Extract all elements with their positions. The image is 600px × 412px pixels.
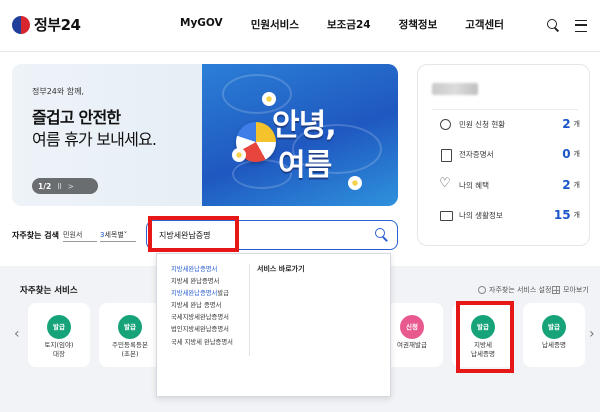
- autocomplete-item[interactable]: 지방세완납증명서발급: [171, 288, 251, 300]
- issue-badge: 발급: [47, 315, 71, 339]
- tile-label: 지방세 납세증명: [471, 341, 495, 358]
- card-row-benefits[interactable]: 나의 혜택 2 개: [439, 176, 580, 194]
- flower-icon: [348, 176, 362, 190]
- frequent-services-setting[interactable]: 자주찾는 서비스 설정: [478, 285, 551, 295]
- gear-icon: [478, 286, 486, 294]
- card-label: 나의 혜택: [459, 180, 489, 190]
- nav-subsidy24[interactable]: 보조금24: [327, 17, 371, 32]
- carousel-prev-button[interactable]: ‹: [14, 326, 20, 342]
- card-count: 2: [562, 117, 571, 131]
- nav-civil-services[interactable]: 민원서비스: [251, 17, 299, 32]
- logo-text: 정부24: [34, 16, 81, 34]
- chevron-down-icon: ˅: [123, 231, 128, 239]
- autocomplete-item[interactable]: 국세지방세완납증명서: [171, 312, 251, 324]
- card-unit: 개: [573, 181, 580, 189]
- card-count: 0: [562, 147, 571, 161]
- summer-banner[interactable]: 정부24와 함께, 즐겁고 안전한 여름 휴가 보내세요. 1/2 II >: [12, 64, 398, 206]
- card-label: 민원 신청 현황: [459, 119, 506, 129]
- card-count: 2: [562, 178, 571, 192]
- search-input-value: 지방세완납증명: [159, 231, 211, 240]
- card-unit: 개: [573, 211, 580, 219]
- banner-subtitle: 정부24와 함께,: [32, 87, 85, 96]
- frequent-search-label: 자주찾는 검색: [12, 231, 59, 240]
- pager-next-button[interactable]: >: [68, 182, 74, 191]
- card-label: 전자증명서: [459, 149, 494, 159]
- autocomplete-item[interactable]: 지방세 완납증명서: [171, 276, 251, 288]
- blurred-username: [432, 83, 478, 95]
- card-unit: 개: [573, 120, 580, 128]
- issue-badge: 발급: [542, 315, 566, 339]
- carousel-next-button[interactable]: ›: [589, 326, 595, 342]
- user-circle-icon: [440, 118, 451, 130]
- view-all-label: 모아보기: [563, 286, 589, 294]
- autocomplete-item[interactable]: 지방세 완납 증명서: [171, 300, 251, 312]
- search-category-select[interactable]: 민원서: [63, 226, 97, 242]
- banner-title-line2: 여름 휴가 보내세요.: [32, 130, 157, 149]
- tile-label: 토지(임야) 대장: [44, 341, 74, 358]
- service-shortcut-heading: 서비스 바로가기: [257, 265, 305, 273]
- main-nav: MyGOV 민원서비스 보조금24 정책정보 고객센터: [180, 17, 504, 32]
- autocomplete-item[interactable]: 국세 지방세 완납증명서: [171, 337, 251, 349]
- grid-icon: [552, 286, 560, 294]
- card-row-applications[interactable]: 민원 신청 현황 2 개: [440, 115, 580, 133]
- search-autocomplete-dropdown: 지방세완납증명서 지방세 완납증명서 지방세완납증명서발급 지방세 완납 증명서…: [156, 253, 391, 397]
- pager-count: 1/2: [38, 181, 52, 191]
- banner-title-line1: 즐겁고 안전한: [32, 108, 121, 127]
- dropdown-divider: [249, 264, 250, 356]
- card-row-certificates[interactable]: 전자증명서 0 개: [440, 145, 580, 163]
- logo[interactable]: 정부24: [12, 14, 81, 35]
- top-header: 정부24 MyGOV 민원서비스 보조금24 정책정보 고객센터: [0, 0, 600, 52]
- card-divider: [432, 109, 578, 110]
- hamburger-menu-icon[interactable]: [574, 18, 588, 32]
- heart-icon: [439, 176, 451, 191]
- pager-pause-button[interactable]: II: [57, 182, 61, 191]
- search-subcategory-select[interactable]: 3세목별˅: [100, 226, 136, 242]
- autocomplete-item[interactable]: 지방세완납증명서: [171, 264, 251, 276]
- service-tile[interactable]: 발급 토지(임야) 대장: [28, 303, 90, 367]
- nav-mygov[interactable]: MyGOV: [180, 17, 223, 32]
- issue-badge: 발급: [471, 315, 495, 339]
- tile-label: 주민등록등본 (초본): [112, 341, 148, 358]
- autocomplete-item[interactable]: 법인지방세완납증명서: [171, 324, 251, 336]
- service-tile[interactable]: 발급 납세증명: [523, 303, 585, 367]
- flower-icon: [232, 148, 246, 162]
- autocomplete-list: 지방세완납증명서 지방세 완납증명서 지방세완납증명서발급 지방세 완납 증명서…: [171, 264, 251, 349]
- nav-customer-center[interactable]: 고객센터: [465, 17, 504, 32]
- taegeuk-logo-icon: [12, 15, 30, 34]
- card-label: 나의 생활정보: [459, 210, 503, 220]
- nav-policy-info[interactable]: 정책정보: [399, 17, 438, 32]
- card-unit: 개: [573, 150, 580, 158]
- search-icon[interactable]: [546, 18, 560, 32]
- tile-label: 납세증명: [542, 341, 566, 349]
- search-input[interactable]: 지방세완납증명: [146, 220, 398, 250]
- frequent-services-title: 자주찾는 서비스: [20, 286, 78, 296]
- apply-badge: 신청: [400, 315, 424, 339]
- search-submit-icon[interactable]: [375, 228, 389, 242]
- header-icons: [546, 18, 588, 32]
- user-summary-card: 민원 신청 현황 2 개 전자증명서 0 개 나의 혜택 2 개 나의 생활정보…: [417, 64, 590, 246]
- banner-summer-text: 여름: [278, 148, 332, 183]
- issue-badge: 발급: [118, 315, 142, 339]
- banner-pager: 1/2 II >: [32, 178, 98, 194]
- setting-label: 자주찾는 서비스 설정: [489, 286, 552, 294]
- monitor-icon: [440, 210, 453, 221]
- view-all-link[interactable]: 모아보기: [552, 285, 589, 295]
- subcategory-text: 세목별: [104, 231, 124, 239]
- card-row-life-info[interactable]: 나의 생활정보 15 개: [440, 206, 580, 224]
- document-icon: [440, 148, 452, 162]
- card-count: 15: [553, 208, 571, 222]
- service-tile-local-tax[interactable]: 발급 지방세 납세증명: [452, 303, 514, 367]
- service-tile[interactable]: 발급 주민등록등본 (초본): [99, 303, 161, 367]
- banner-hello-text: 안녕,: [272, 108, 337, 143]
